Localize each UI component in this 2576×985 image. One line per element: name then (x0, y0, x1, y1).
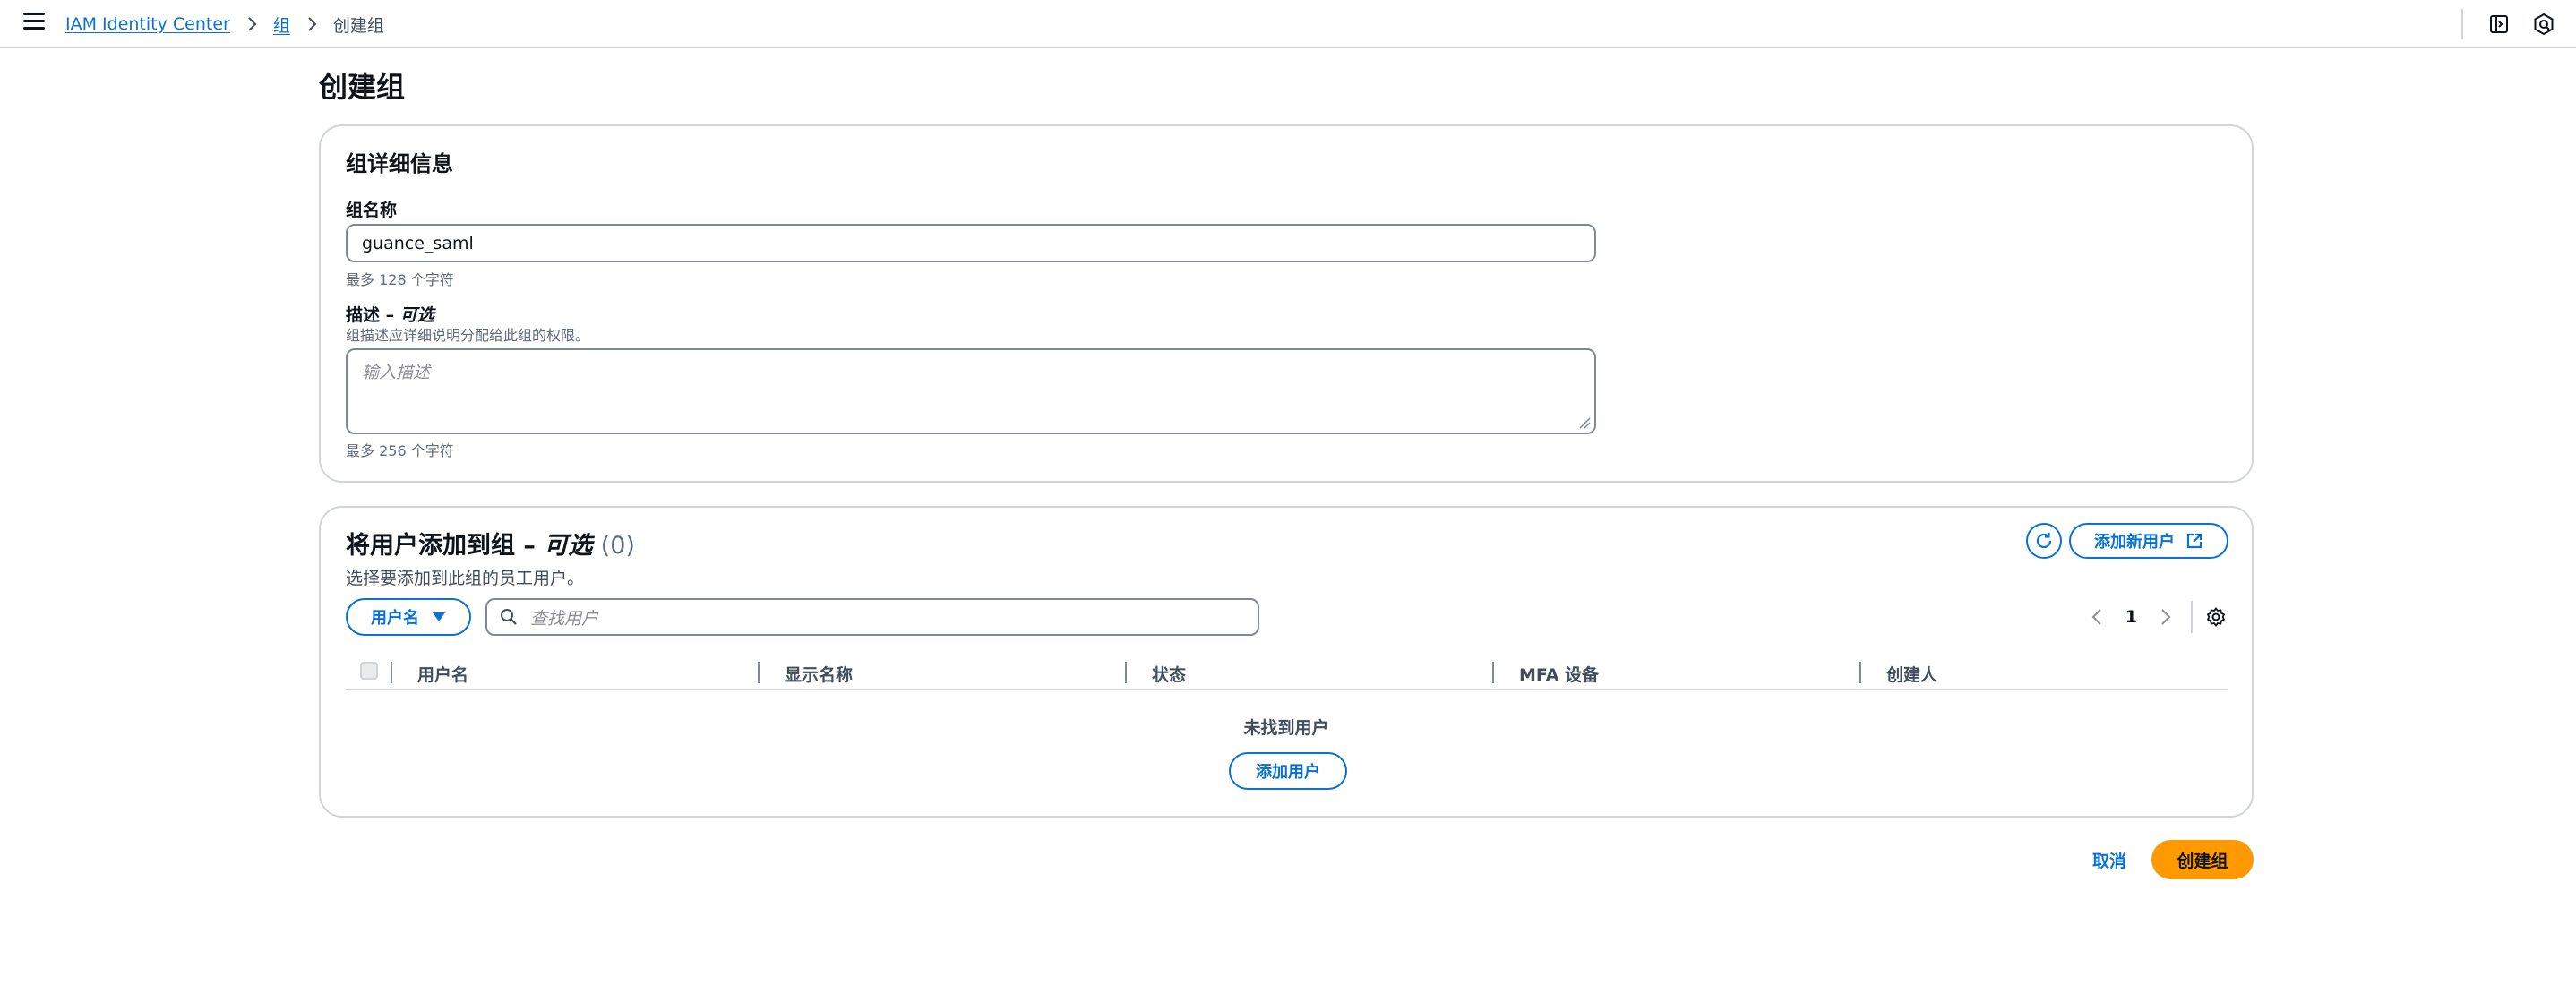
description-placeholder: 输入描述 (362, 363, 431, 382)
description-textarea[interactable]: 输入描述 (346, 348, 1596, 434)
search-placeholder: 查找用户 (530, 608, 599, 629)
chevron-right-icon (308, 17, 317, 31)
add-user-button[interactable]: 添加用户 (1229, 752, 1347, 790)
create-group-button[interactable]: 创建组 (2151, 840, 2254, 879)
empty-state-text: 未找到用户 (1243, 718, 1329, 738)
side-panel-icon[interactable] (2486, 12, 2512, 37)
group-details-panel: 组详细信息 组名称 guance_saml 最多 128 个字符 描述 – 可选… (319, 124, 2254, 483)
menu-icon[interactable] (23, 13, 45, 34)
user-count: (0) (600, 532, 635, 560)
add-users-heading: 将用户添加到组 – 可选 (0) (346, 532, 635, 560)
property-filter-dropdown[interactable]: 用户名 (346, 598, 471, 636)
next-page-button[interactable] (2155, 606, 2177, 628)
gear-icon (2206, 607, 2226, 627)
column-header-display-name[interactable]: 显示名称 (785, 662, 853, 686)
top-navigation: IAM Identity Center 组 创建组 (0, 0, 2576, 48)
refresh-icon (2036, 533, 2052, 549)
group-name-label: 组名称 (346, 201, 398, 220)
settings-hexagon-icon[interactable] (2531, 12, 2556, 37)
external-link-icon (2186, 533, 2202, 549)
select-all-checkbox[interactable] (360, 662, 378, 680)
caret-down-icon (433, 612, 445, 621)
breadcrumb-identity-center[interactable]: IAM Identity Center (65, 14, 230, 34)
group-name-value: guance_saml (362, 233, 474, 253)
group-name-input[interactable]: guance_saml (346, 224, 1596, 262)
current-page[interactable]: 1 (2125, 607, 2137, 627)
group-details-heading: 组详细信息 (346, 151, 453, 176)
breadcrumb-current: 创建组 (332, 15, 384, 36)
column-header-mfa-devices[interactable]: MFA 设备 (1519, 662, 1599, 686)
chevron-right-icon (248, 17, 257, 31)
refresh-button[interactable] (2026, 523, 2062, 559)
description-hint: 最多 256 个字符 (346, 442, 454, 459)
optional-tag: 可选 (399, 305, 434, 325)
column-header-username[interactable]: 用户名 (417, 662, 468, 686)
column-header-created-by[interactable]: 创建人 (1886, 662, 1937, 686)
breadcrumb-groups[interactable]: 组 (273, 13, 290, 37)
users-table-header: 用户名 显示名称 状态 MFA 设备 创建人 (346, 653, 2228, 690)
page-title: 创建组 (319, 70, 406, 104)
description-label: 描述 – 可选 (346, 305, 434, 325)
add-new-user-button[interactable]: 添加新用户 (2069, 523, 2228, 559)
add-users-panel: 将用户添加到组 – 可选 (0) 选择要添加到此组的员工用户。 添加新用户 用户… (319, 506, 2254, 818)
optional-tag: 可选 (544, 532, 593, 560)
column-header-status[interactable]: 状态 (1152, 662, 1186, 686)
add-users-description: 选择要添加到此组的员工用户。 (346, 569, 585, 588)
cancel-button[interactable]: 取消 (2092, 848, 2126, 872)
find-users-input[interactable]: 查找用户 (485, 598, 1259, 636)
breadcrumb: IAM Identity Center 组 创建组 (65, 12, 384, 37)
pagination: 1 (2086, 601, 2227, 633)
previous-page-button[interactable] (2086, 606, 2108, 628)
group-name-hint: 最多 128 个字符 (346, 271, 454, 288)
table-preferences-button[interactable] (2205, 606, 2227, 628)
resize-handle-icon[interactable] (1578, 416, 1591, 429)
search-icon (501, 609, 517, 625)
description-help: 组描述应详细说明分配给此组的权限。 (346, 327, 590, 344)
